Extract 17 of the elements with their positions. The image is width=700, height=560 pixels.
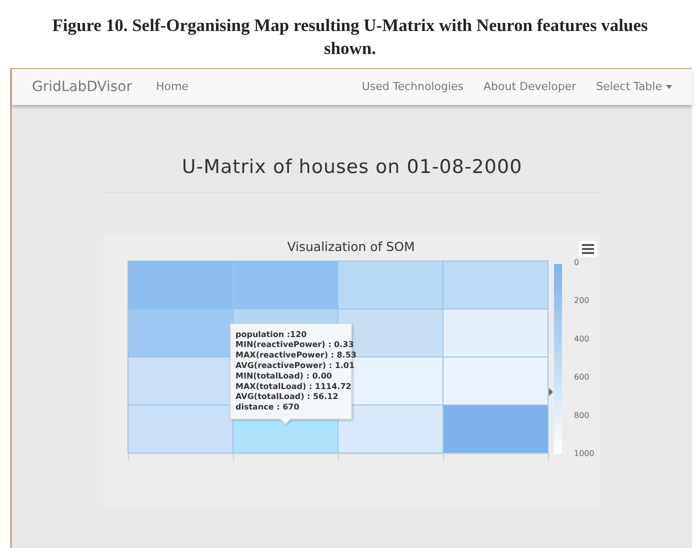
tooltip-line: MIN(reactivePower) : 0.33 (236, 340, 354, 349)
chart-title: Visualization of SOM (287, 238, 415, 254)
tooltip-line: AVG(reactivePower) : 1.01 (236, 360, 355, 370)
tooltip-line: distance : 670 (236, 402, 300, 412)
legend-label: 0 (574, 258, 580, 266)
legend-label: 200 (574, 296, 590, 305)
legend-label: 800 (574, 410, 590, 420)
tooltip-line: MAX(reactivePower) : 8.53 (236, 350, 356, 360)
tooltip-line: MAX(totalLoad) : 1114.72 (236, 381, 352, 390)
tooltip-line: population :120 (236, 329, 307, 338)
page-title: U-Matrix of houses on 01-08-2000 (182, 156, 522, 178)
legend-label: 400 (574, 334, 590, 343)
legend-label: 1000 (574, 448, 594, 458)
tooltip-line: AVG(totalLoad) : 56.12 (236, 392, 338, 401)
legend-label: 600 (574, 372, 590, 382)
tooltip-line: MIN(totalLoad) : 0.00 (236, 370, 332, 380)
figure-caption: Figure 10. Self-Organising Map resulting U-Matrix with Neuron features values shown. (51, 14, 649, 60)
